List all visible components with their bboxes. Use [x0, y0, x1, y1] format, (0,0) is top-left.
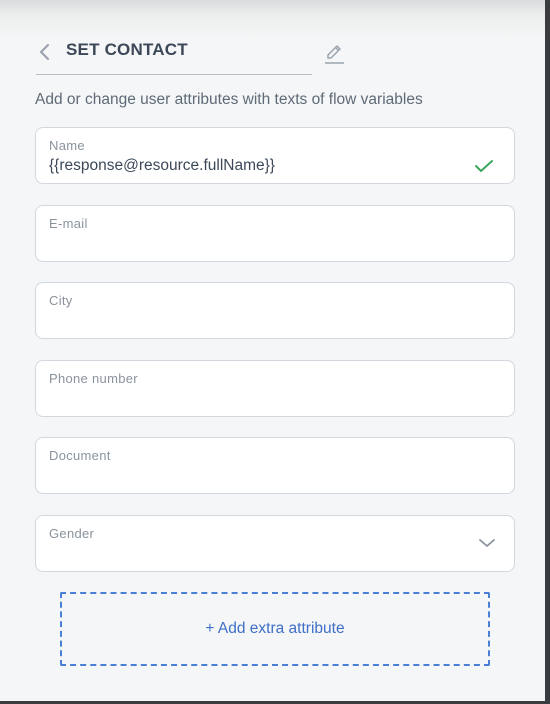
phone-number-field-label: Phone number: [49, 371, 138, 386]
chevron-down-icon[interactable]: [478, 537, 496, 549]
name-field[interactable]: Name {{response@resource.fullName}}: [35, 127, 515, 184]
panel-header: SET CONTACT: [36, 34, 312, 75]
gender-select[interactable]: Gender: [35, 515, 515, 572]
document-field-label: Document: [49, 448, 111, 463]
phone-number-field[interactable]: Phone number: [35, 360, 515, 417]
set-contact-panel: SET CONTACT Add or change user attribute…: [0, 0, 545, 701]
city-field-label: City: [49, 293, 73, 308]
chevron-left-icon: [39, 43, 50, 61]
document-field[interactable]: Document: [35, 437, 515, 494]
add-extra-attribute-button[interactable]: + Add extra attribute: [60, 592, 490, 666]
name-field-label: Name: [49, 138, 85, 153]
panel-description: Add or change user attributes with texts…: [35, 91, 423, 108]
page-title: SET CONTACT: [66, 40, 188, 59]
name-field-value: {{response@resource.fullName}}: [49, 157, 275, 174]
city-field[interactable]: City: [35, 282, 515, 339]
edit-title-button[interactable]: [322, 40, 346, 66]
gender-select-label: Gender: [49, 526, 95, 541]
check-icon: [475, 160, 493, 172]
email-field[interactable]: E-mail: [35, 205, 515, 262]
pencil-icon: [325, 45, 344, 64]
back-button[interactable]: [36, 39, 56, 65]
email-field-label: E-mail: [49, 216, 88, 231]
